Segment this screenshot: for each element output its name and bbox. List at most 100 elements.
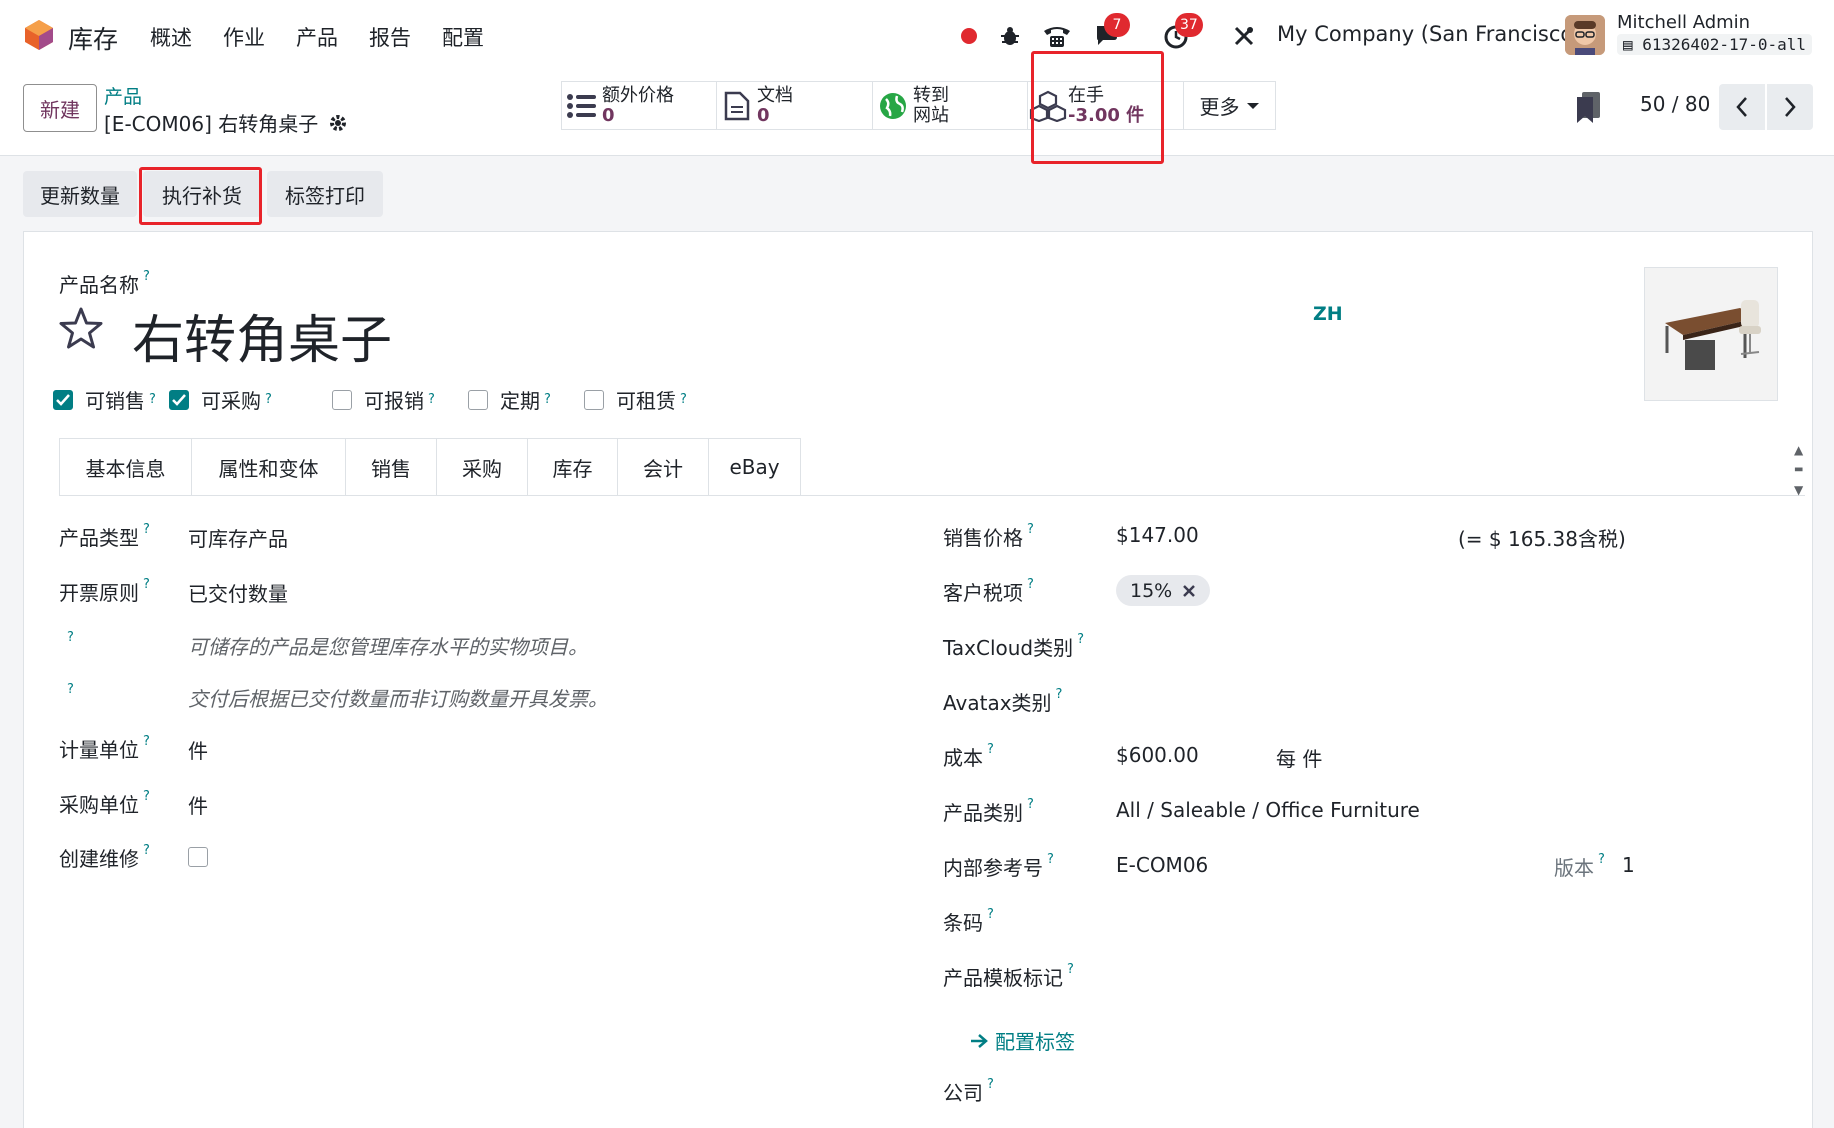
pager-previous-button[interactable] (1719, 84, 1765, 130)
pager-next-button[interactable] (1767, 84, 1813, 130)
tools-icon[interactable] (1228, 16, 1260, 56)
help-icon[interactable]: ? (1027, 797, 1034, 812)
app-name[interactable]: 库存 (68, 20, 118, 56)
chevron-left-icon (1736, 97, 1747, 117)
help-icon[interactable]: ? (143, 577, 150, 592)
activity-clock-icon[interactable]: 37 (1157, 13, 1203, 56)
help-icon[interactable]: ? (1077, 632, 1084, 647)
product-type-field[interactable]: 可库存产品 (188, 523, 288, 552)
help-icon[interactable]: ? (265, 392, 272, 407)
bug-icon[interactable] (994, 16, 1026, 56)
help-icon[interactable]: ? (149, 392, 156, 407)
smart-button-documents[interactable]: 文档 0 (716, 81, 873, 130)
checkbox-can-be-rented[interactable]: 可租赁? (584, 385, 687, 414)
checkbox-recurring-box[interactable] (468, 389, 488, 410)
invoice-policy-field[interactable]: 已交付数量 (188, 578, 288, 607)
checkbox-can-be-purchased-box[interactable] (169, 389, 189, 410)
configure-tags-link[interactable]: 配置标签 (969, 1026, 1075, 1055)
product-image[interactable] (1644, 267, 1778, 401)
pager-value[interactable]: 50 / 80 (1640, 92, 1710, 116)
help-icon[interactable]: ? (1067, 962, 1074, 977)
tab-general-info[interactable]: 基本信息 (59, 438, 192, 496)
help-icon[interactable]: ? (143, 843, 150, 858)
menu-reporting[interactable]: 报告 (369, 22, 411, 52)
sale-price-field[interactable]: $147.00 (1116, 523, 1199, 547)
internal-reference-field[interactable]: E-COM06 (1116, 853, 1208, 877)
help-icon[interactable]: ? (143, 522, 150, 537)
help-icon[interactable]: ? (1027, 522, 1034, 537)
product-category-field[interactable]: All / Saleable / Office Furniture (1116, 798, 1420, 822)
checkbox-recurring[interactable]: 定期? (468, 385, 551, 414)
close-icon[interactable] (1182, 584, 1196, 598)
favorite-star-icon[interactable] (58, 306, 104, 350)
smart-button-go-to-website[interactable]: 转到 网站 (872, 81, 1028, 130)
cost-field[interactable]: $600.00 (1116, 743, 1199, 767)
help-icon[interactable]: ? (143, 734, 150, 749)
help-icon[interactable]: ? (67, 630, 74, 645)
scroll-down-icon[interactable]: ▼ (1794, 480, 1803, 500)
website-label: 转到 (913, 84, 949, 106)
help-icon[interactable]: ? (544, 392, 551, 407)
user-name[interactable]: Mitchell Admin (1617, 12, 1750, 33)
record-dot-icon[interactable] (955, 16, 983, 56)
company-switcher[interactable]: My Company (San Francisco) (1277, 22, 1581, 46)
tab-ebay[interactable]: eBay (709, 438, 801, 496)
company-label: 公司? (943, 1077, 994, 1106)
help-icon[interactable]: ? (987, 907, 994, 922)
help-icon[interactable]: ? (680, 392, 687, 407)
menu-operations[interactable]: 作业 (223, 22, 265, 52)
tab-accounting[interactable]: 会计 (618, 438, 709, 496)
gear-icon[interactable] (328, 113, 348, 133)
avatax-category-label-text: Avatax类别 (943, 691, 1052, 715)
checkbox-can-be-expensed[interactable]: 可报销? (332, 385, 435, 414)
checkbox-can-be-purchased[interactable]: 可采购? (169, 385, 272, 414)
help-icon[interactable]: ? (987, 742, 994, 757)
tab-sales[interactable]: 销售 (346, 438, 437, 496)
menu-products[interactable]: 产品 (296, 22, 338, 52)
tab-attributes-variants[interactable]: 属性和变体 (192, 438, 346, 496)
help-icon[interactable]: ? (1598, 852, 1605, 867)
sale-price-label: 销售价格? (943, 522, 1034, 551)
customer-tax-tag[interactable]: 15% (1116, 575, 1210, 606)
purchase-uom-field[interactable]: 件 (188, 790, 208, 819)
breadcrumb-parent[interactable]: 产品 (104, 82, 142, 109)
user-avatar[interactable] (1565, 15, 1605, 55)
help-icon[interactable]: ? (1027, 577, 1034, 592)
product-name-label-text: 产品名称 (59, 273, 139, 297)
company-label-text: 公司 (943, 1081, 983, 1105)
help-icon[interactable]: ? (1047, 852, 1054, 867)
help-icon[interactable]: ? (67, 682, 74, 697)
product-name-label: 产品名称? (59, 269, 150, 298)
update-quantity-button[interactable]: 更新数量 (23, 171, 137, 217)
help-icon[interactable]: ? (143, 789, 150, 804)
product-name[interactable]: 右转角桌子 (132, 298, 392, 373)
help-icon[interactable]: ? (1056, 687, 1063, 702)
checkbox-can-be-sold[interactable]: 可销售? (53, 385, 156, 414)
checkbox-can-be-sold-box[interactable] (53, 389, 73, 410)
checkbox-can-be-rented-box[interactable] (584, 389, 604, 410)
smart-button-extra-prices[interactable]: 额外价格 0 (561, 81, 717, 130)
scroll-up-icon[interactable]: ▲ (1794, 440, 1803, 460)
bookmark-icon[interactable] (1575, 92, 1601, 124)
phone-icon[interactable] (1038, 16, 1076, 56)
help-icon[interactable]: ? (428, 392, 435, 407)
more-button[interactable]: 更多 (1183, 81, 1276, 130)
new-button[interactable]: 新建 (23, 84, 97, 132)
menu-overview[interactable]: 概述 (150, 22, 192, 52)
create-repair-checkbox[interactable] (188, 847, 208, 867)
tab-purchase[interactable]: 采购 (437, 438, 528, 496)
version-field[interactable]: 1 (1622, 853, 1635, 877)
help-icon[interactable]: ? (143, 269, 150, 284)
tab-inventory[interactable]: 库存 (528, 438, 618, 496)
print-labels-button[interactable]: 标签打印 (267, 171, 383, 217)
checkbox-can-be-rented-label: 可租赁 (616, 389, 676, 413)
checkbox-can-be-expensed-box[interactable] (332, 389, 352, 410)
app-logo-icon[interactable] (22, 18, 56, 52)
language-button[interactable]: ZH (1313, 303, 1343, 325)
menu-configuration[interactable]: 配置 (442, 22, 484, 52)
scrollbar[interactable]: ▲ ▬ ▼ (1794, 440, 1803, 500)
invoice-policy-label: 开票原则? (59, 577, 150, 606)
uom-field[interactable]: 件 (188, 735, 208, 764)
chat-icon[interactable]: 7 (1088, 13, 1130, 56)
help-icon[interactable]: ? (987, 1077, 994, 1092)
